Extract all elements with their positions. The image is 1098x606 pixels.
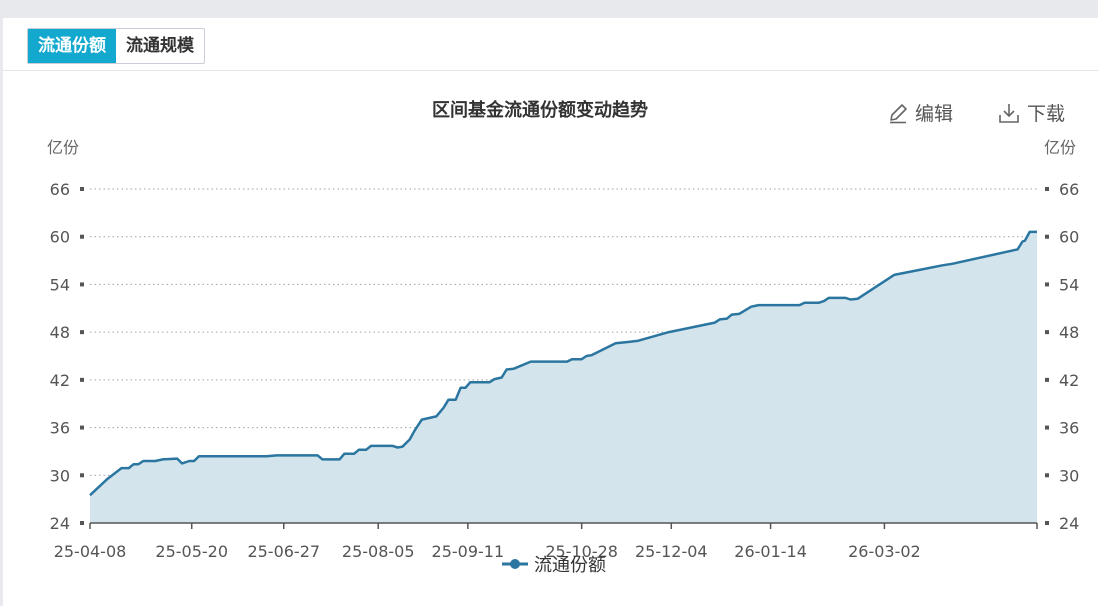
y-tick-label-left: 30 [50,466,70,485]
x-tick-label: 25-04-08 [54,542,127,561]
y-tick-label-right: 54 [1059,275,1079,294]
y-tick-label-left: 36 [50,419,70,438]
y-tick-mark-right [1045,521,1049,525]
y-tick-mark-right [1045,330,1049,335]
chart-svg: 24 24 30 30 36 36 42 42 48 48 54 54 60 60 66 66 25-04-08… [50,180,1080,561]
y-tick-label-left: 24 [50,514,70,533]
x-tick-label: 25-09-11 [432,542,505,561]
y-tick-mark-left [80,521,84,525]
y-tick-label-right: 30 [1059,466,1079,485]
y-tick-mark-left [80,330,84,335]
x-tick-label: 25-06-27 [247,542,320,561]
y-tick-label-left: 48 [50,323,70,342]
x-tick-label: 25-05-20 [155,542,228,561]
legend-marker-icon [502,559,528,569]
legend-label: 流通份额 [534,555,606,576]
y-tick-label-left: 66 [50,180,70,199]
legend[interactable]: 流通份额 [502,551,606,577]
y-tick-mark-left [80,234,84,239]
y-tick-label-right: 36 [1059,419,1079,438]
y-tick-label-left: 54 [50,275,70,294]
y-tick-label-left: 42 [50,371,70,390]
y-tick-mark-right [1045,473,1049,478]
y-tick-label-left: 60 [50,228,70,247]
y-tick-mark-left [80,473,84,478]
y-tick-mark-left [80,377,84,382]
x-tick-label: 25-08-05 [342,542,415,561]
y-tick-mark-right [1045,187,1049,191]
y-tick-mark-left [80,282,84,287]
y-tick-label-right: 48 [1059,323,1079,342]
y-tick-mark-right [1045,282,1049,287]
y-tick-mark-right [1045,425,1049,430]
x-tick-label: 26-01-14 [734,542,807,561]
x-tick-label: 26-03-02 [848,542,921,561]
y-tick-label-right: 24 [1059,514,1079,533]
y-tick-mark-left [80,425,84,430]
y-tick-label-right: 42 [1059,371,1079,390]
y-tick-label-right: 60 [1059,228,1079,247]
x-tick-label: 25-12-04 [635,542,708,561]
y-tick-mark-right [1045,234,1049,239]
y-tick-mark-left [80,187,84,191]
y-tick-label-right: 66 [1059,180,1079,199]
y-tick-mark-right [1045,377,1049,382]
